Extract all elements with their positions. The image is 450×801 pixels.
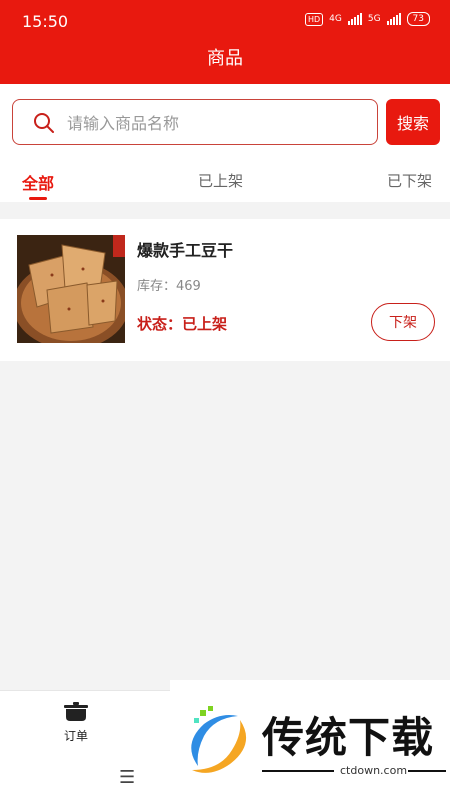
watermark-line-left [262,770,334,772]
take-off-shelf-button[interactable]: 下架 [371,303,435,341]
search-icon [34,113,54,133]
search-button[interactable]: 搜索 [386,99,440,145]
stock-label: 库存： [137,279,177,294]
search-box[interactable] [12,99,378,145]
status-time: 15:50 [22,12,69,31]
nav-orders[interactable]: 订单 [55,701,97,744]
hamburger-icon[interactable]: ☰ [119,767,135,788]
search-row: 搜索 [0,84,450,156]
filter-tabs: 全部 已上架 已下架 [0,156,450,202]
hd-badge: HD [304,12,324,26]
nav-orders-label: 订单 [63,729,88,743]
watermark-line-right [408,770,446,772]
product-name: 爆款手工豆干 [137,241,234,260]
product-status: 状态：已上架 [137,315,228,333]
status-bar: 15:50 HD 4G 5G 73 [0,0,450,44]
page-title: 商品 [207,48,243,69]
page-header: 商品 [0,44,450,84]
watermark-site: ctdown.com [340,764,408,777]
network-4g-label: 4G [329,14,342,24]
watermark: 传统下载 ctdown.com [170,680,450,790]
battery-icon: 73 [406,12,430,26]
product-stock: 库存：469 [137,275,201,294]
tofu-product-image [17,235,125,343]
tab-all[interactable]: 全部 [22,170,54,194]
network-5g-label: 5G [367,14,381,24]
system-icons: HD 4G 5G 73 [304,12,430,26]
stock-value: 469 [176,279,201,294]
signal-icon [347,13,362,25]
pot-icon [64,702,88,721]
tab-on-shelf[interactable]: 已上架 [198,170,243,191]
product-card[interactable]: 爆款手工豆干 库存：469 状态：已上架 下架 [0,219,450,361]
watermark-logo-icon [191,706,247,773]
search-input[interactable] [65,108,369,138]
active-tab-indicator [29,197,47,200]
signal-icon-2 [386,13,401,25]
tab-off-shelf[interactable]: 已下架 [387,170,432,191]
watermark-title: 传统下载 [262,713,435,762]
product-image[interactable] [17,235,125,343]
